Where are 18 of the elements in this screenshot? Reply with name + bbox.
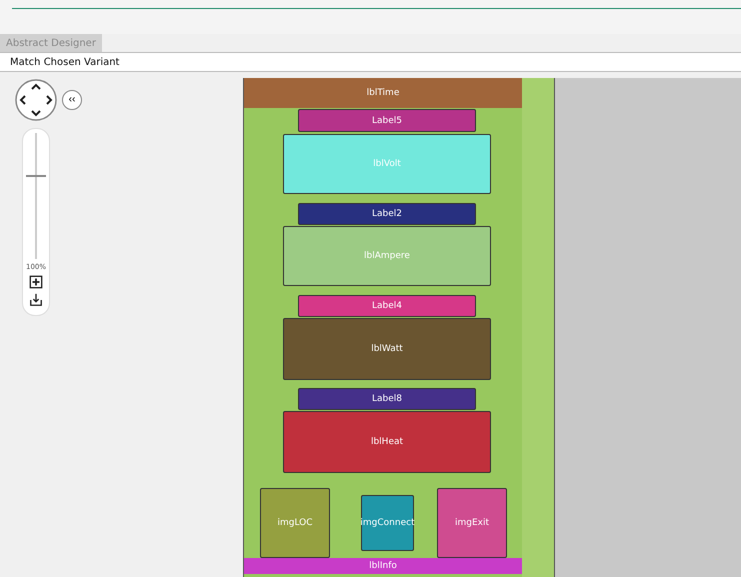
form-control[interactable]: lblWatt	[283, 318, 491, 380]
form-control[interactable]: lblHeat	[283, 411, 491, 473]
form-control[interactable]: Label4	[298, 295, 476, 317]
fit-icon[interactable]	[29, 275, 43, 289]
form-control[interactable]: imgConnect	[361, 495, 414, 551]
form-control[interactable]: Label8	[298, 388, 476, 410]
download-icon[interactable]	[29, 293, 43, 307]
designer-tab[interactable]: Abstract Designer	[0, 34, 102, 52]
zoom-slider[interactable]	[26, 133, 46, 259]
form-control[interactable]: lblInfo	[244, 558, 522, 574]
form-control[interactable]: imgLOC	[260, 488, 330, 558]
form-control[interactable]: Label5	[298, 109, 476, 132]
collapse-button[interactable]: ‹‹	[62, 90, 82, 110]
form-control[interactable]: lblTime	[244, 78, 522, 108]
pan-control-icon[interactable]	[14, 78, 58, 122]
form-control[interactable]: Label2	[298, 203, 476, 225]
form-control[interactable]: imgExit	[437, 488, 507, 558]
variant-label: Match Chosen Variant	[10, 56, 120, 68]
